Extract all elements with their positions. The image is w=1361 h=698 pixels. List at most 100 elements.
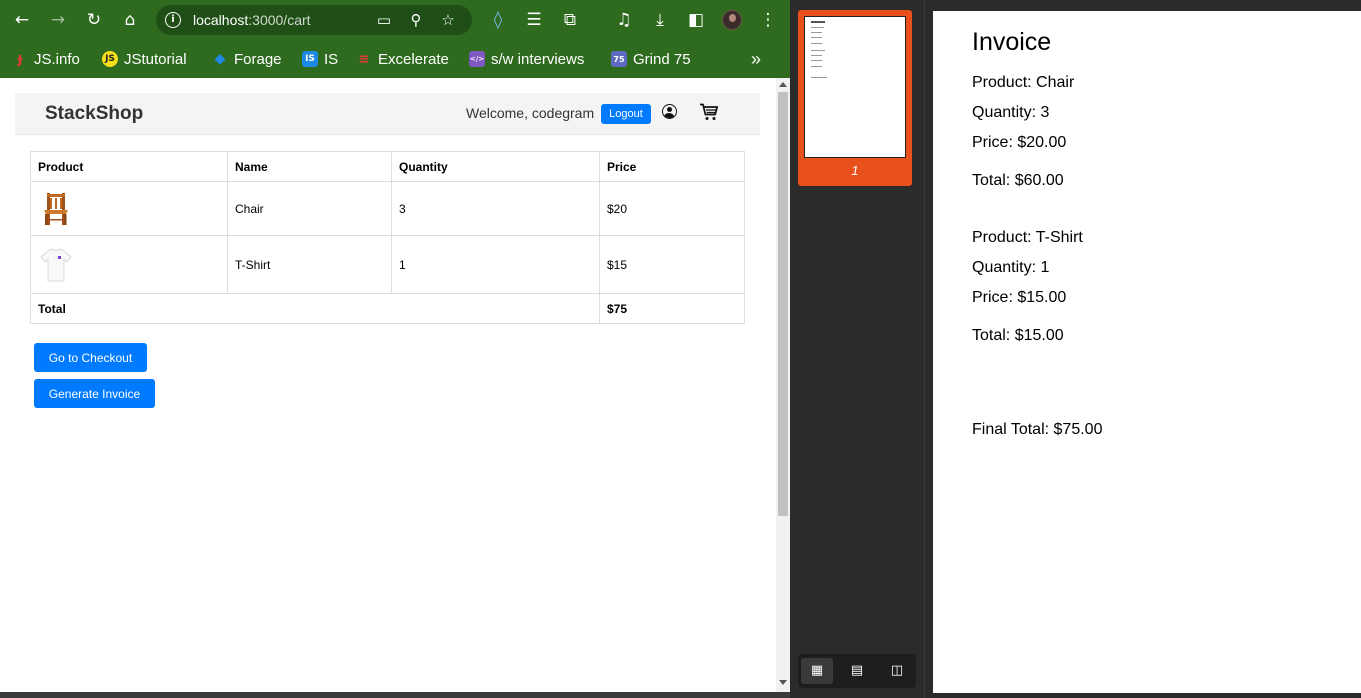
scroll-down-arrow-icon[interactable] — [779, 680, 787, 685]
bookmark-label: Grind 75 — [633, 50, 691, 68]
bookmark-excelerate[interactable]: ≡ Excelerate — [356, 49, 449, 69]
pdf-sidebar-toolbar: ▦ ▤ ◫ — [798, 654, 916, 688]
product-name: T-Shirt — [227, 235, 392, 294]
bookmark-forage[interactable]: ◆ Forage — [212, 49, 282, 69]
js-tutorial-icon: JS — [102, 51, 118, 67]
product-quantity: 1 — [391, 235, 600, 294]
column-header-product: Product — [30, 151, 228, 182]
bookmark-label: Forage — [234, 50, 282, 68]
product-image-cell — [30, 181, 228, 236]
chair-image — [44, 192, 68, 225]
column-header-price: Price — [599, 151, 745, 182]
invoice-quantity: Quantity: 1 — [972, 259, 1050, 276]
thumbnail-line — [811, 21, 825, 23]
invoice-quantity: Quantity: 3 — [972, 104, 1050, 121]
total-label: Total — [30, 293, 600, 324]
reload-icon[interactable]: ↻ — [82, 8, 106, 32]
brand-logo[interactable]: StackShop — [45, 103, 143, 125]
bookmark-label: JS.info — [34, 50, 80, 68]
thumbnail-line — [811, 37, 822, 38]
product-price: $20 — [599, 181, 745, 236]
bookmark-label: IS — [324, 50, 339, 68]
home-icon[interactable]: ⌂ — [118, 8, 142, 32]
url-text: localhost:3000/cart — [193, 12, 311, 28]
address-bar[interactable]: i localhost:3000/cart ▭ ⚲ ☆ — [156, 5, 472, 35]
pdf-viewer: 1 ▦ ▤ ◫ Invoice Product: Chair Quantity:… — [790, 0, 1361, 698]
back-arrow-icon[interactable]: ← — [10, 8, 34, 32]
side-panel-icon[interactable]: ◧ — [684, 8, 708, 32]
download-icon[interactable]: ⤓ — [648, 8, 672, 32]
scroll-thumb[interactable] — [778, 92, 788, 516]
bookmark-is[interactable]: IS IS — [302, 49, 338, 69]
thumbnail-line — [811, 43, 822, 44]
invoice-line-total: Total: $15.00 — [972, 327, 1064, 344]
cart-table: Product Name Quantity Price Chair 3 $20 … — [30, 151, 745, 324]
site-info-icon[interactable]: i — [165, 12, 181, 28]
product-image-cell — [30, 235, 228, 294]
invoice-price: Price: $15.00 — [972, 289, 1067, 306]
browser-toolbar: ← → ↻ ⌂ i localhost:3000/cart ▭ ⚲ ☆ ◊ ☰ … — [0, 0, 790, 40]
logout-button[interactable]: Logout — [601, 104, 651, 124]
browser-window: ← → ↻ ⌂ i localhost:3000/cart ▭ ⚲ ☆ ◊ ☰ … — [0, 0, 790, 698]
thumbnail-line — [811, 50, 825, 51]
welcome-text: Welcome, codegram — [466, 105, 595, 121]
forward-arrow-icon[interactable]: → — [46, 8, 70, 32]
url-path: :3000/cart — [248, 12, 311, 28]
invoice-product: Product: T-Shirt — [972, 229, 1083, 246]
bookmark-sw-interviews[interactable]: </> s/w interviews — [469, 49, 584, 69]
page-thumbnail[interactable]: 1 — [798, 10, 912, 186]
excelerate-icon: ≡ — [358, 51, 370, 67]
bookmarks-bar: ɟ JS.info JS JStutorial ◆ Forage IS IS ≡… — [0, 40, 790, 78]
forage-icon: ◆ — [214, 51, 226, 67]
invoice-final-total: Final Total: $75.00 — [972, 421, 1103, 438]
is-icon: IS — [302, 51, 318, 67]
install-app-icon[interactable]: ▭ — [375, 11, 393, 29]
code-icon: </> — [469, 51, 485, 67]
thumbnail-line — [811, 77, 827, 78]
generate-invoice-button[interactable]: Generate Invoice — [34, 379, 155, 408]
invoice-price: Price: $20.00 — [972, 134, 1067, 151]
bookmark-label: Excelerate — [378, 50, 449, 68]
url-host: localhost — [193, 12, 249, 28]
cart-page: StackShop Welcome, codegram Logout Produ… — [0, 78, 776, 698]
page-number: 1 — [851, 163, 859, 178]
product-name: Chair — [227, 181, 392, 236]
thumbnail-line — [811, 60, 822, 61]
bookmark-js-info[interactable]: ɟ JS.info — [14, 49, 80, 69]
column-header-quantity: Quantity — [391, 151, 600, 182]
zoom-icon[interactable]: ⚲ — [407, 11, 425, 29]
extension-reader-icon[interactable]: ☰ — [522, 8, 546, 32]
grind75-icon: 75 — [611, 51, 627, 67]
go-to-checkout-button[interactable]: Go to Checkout — [34, 343, 147, 372]
total-row: Total $75 — [30, 293, 745, 324]
window-bottom-edge — [0, 692, 790, 698]
tshirt-image — [40, 248, 72, 281]
media-control-icon[interactable]: ♫ — [612, 8, 636, 32]
thumbnails-view-icon[interactable]: ▦ — [801, 658, 833, 684]
navbar: StackShop Welcome, codegram Logout — [15, 93, 760, 135]
product-price: $15 — [599, 235, 745, 294]
table-row: Chair 3 $20 — [30, 181, 745, 236]
scroll-up-arrow-icon[interactable] — [779, 82, 787, 87]
more-bookmarks-icon[interactable]: » — [751, 49, 761, 69]
page-scrollbar[interactable] — [776, 78, 790, 692]
pdf-thumbnail-sidebar: 1 ▦ ▤ ◫ — [790, 0, 925, 698]
user-profile-icon[interactable] — [662, 104, 677, 119]
js-info-icon: ɟ — [17, 51, 23, 67]
thumbnail-line — [811, 55, 822, 56]
profile-avatar[interactable] — [722, 10, 742, 30]
product-quantity: 3 — [391, 181, 600, 236]
invoice-page: Invoice Product: Chair Quantity: 3 Price… — [933, 11, 1361, 693]
bookmarks-view-icon[interactable]: ◫ — [881, 658, 913, 684]
annotations-view-icon[interactable]: ▤ — [841, 658, 873, 684]
thumbnail-line — [811, 27, 824, 28]
column-header-name: Name — [227, 151, 392, 182]
browser-menu-icon[interactable]: ⋮ — [756, 8, 780, 32]
bookmark-grind75[interactable]: 75 Grind 75 — [611, 49, 691, 69]
extensions-puzzle-icon[interactable]: ⧉ — [558, 8, 582, 32]
extension-droplet-icon[interactable]: ◊ — [486, 8, 510, 32]
bookmark-jstutorial[interactable]: JS JStutorial — [102, 49, 187, 69]
thumbnail-preview — [804, 16, 906, 158]
bookmark-star-icon[interactable]: ☆ — [439, 11, 457, 29]
shopping-cart-icon[interactable] — [699, 103, 719, 121]
